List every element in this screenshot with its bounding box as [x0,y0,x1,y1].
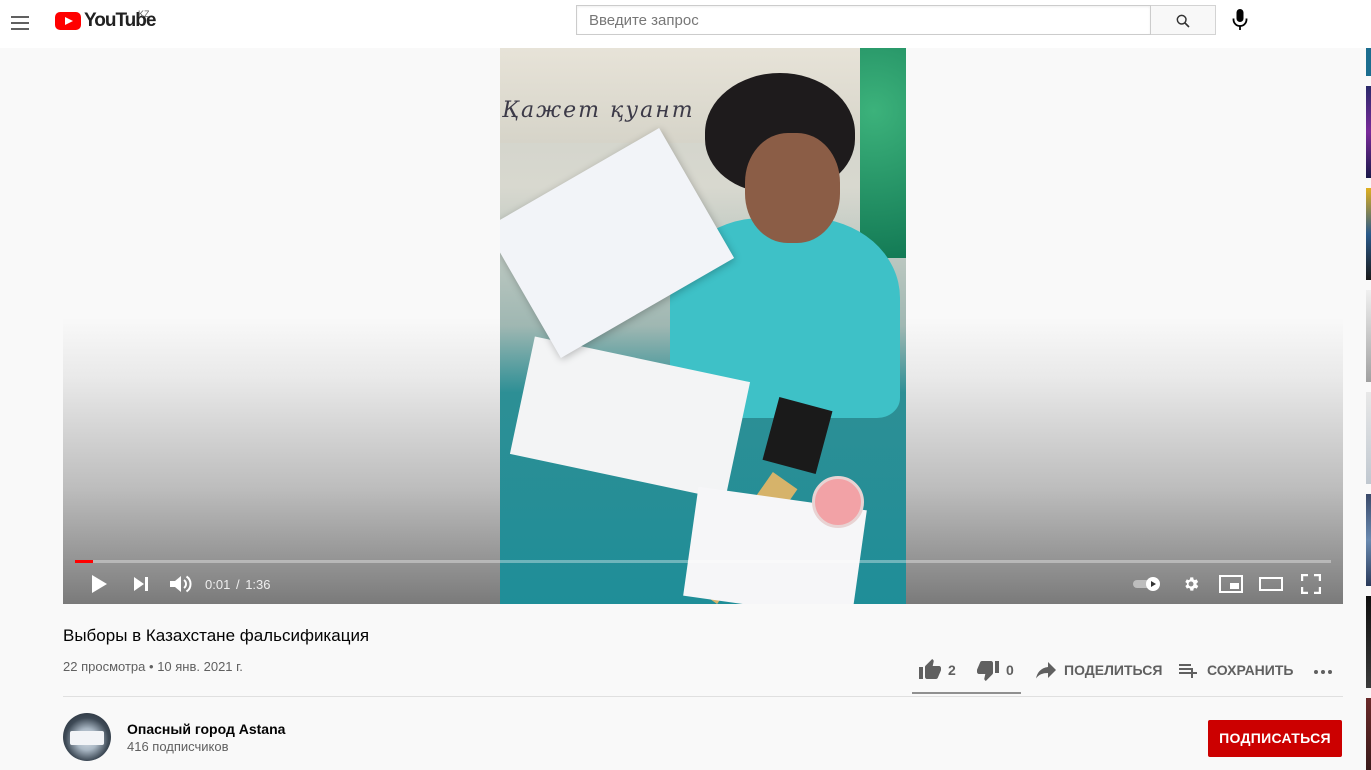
more-icon [1314,670,1332,674]
duration: 1:36 [245,577,271,592]
search-box [576,5,1151,35]
subscribe-button[interactable]: ПОДПИСАТЬСЯ [1208,720,1342,757]
thumbnail[interactable] [1366,48,1371,76]
voice-search-button[interactable] [1226,6,1254,34]
like-button[interactable]: 2 [916,656,964,684]
like-count: 2 [948,662,956,678]
upload-date: 10 янв. 2021 г. [157,659,243,674]
thumbnail[interactable] [1366,290,1371,382]
thumbs-up-icon [919,659,941,679]
dislike-count: 0 [1006,662,1014,678]
mic-icon [1232,9,1248,30]
video-meta: 22 просмотра • 10 янв. 2021 г. [63,659,243,674]
video-player[interactable]: Қажет қуант 0:01 / 1:36 [63,48,1343,604]
masthead: YouTube KZ [0,0,1371,48]
next-icon [134,577,148,591]
share-icon [1036,662,1056,679]
fullscreen-icon [1301,574,1321,594]
save-label: СОХРАНИТЬ [1207,662,1294,678]
video-person-face [745,133,840,243]
thumbnail[interactable] [1366,494,1371,586]
search-input[interactable] [577,6,1150,34]
settings-gear-icon [1185,577,1199,591]
meta-separator: • [149,659,154,674]
search-button[interactable] [1151,5,1216,35]
sentiment-bar [912,692,1021,694]
thumbnail[interactable] [1366,392,1371,484]
save-playlist-icon [1179,664,1197,678]
recommendations-peek [1366,48,1371,770]
time-separator: / [235,577,240,592]
thumbnail[interactable] [1366,86,1371,178]
fullscreen-button[interactable] [1295,568,1327,600]
view-count: 22 просмотра [63,659,146,674]
volume-icon [170,575,192,593]
play-icon [92,575,107,593]
channel-name[interactable]: Опасный город Astana [127,721,285,737]
thumbnail[interactable] [1366,188,1371,280]
divider [63,696,1343,697]
thumbnail[interactable] [1366,596,1371,688]
progress-played [75,560,93,563]
search-icon [1176,14,1190,28]
progress-bar[interactable] [75,560,1331,563]
miniplayer-button[interactable] [1215,568,1247,600]
video-tape-roll [812,476,864,528]
autoplay-toggle-icon [1133,577,1160,591]
channel-avatar[interactable] [63,713,111,761]
banner-text: Қажет қуант [502,98,695,123]
miniplayer-icon [1219,575,1243,593]
play-button[interactable] [83,568,115,600]
theater-mode-icon [1259,577,1283,591]
youtube-logo-icon [55,12,81,30]
video-frame[interactable]: Қажет қуант [500,48,906,604]
next-button[interactable] [125,568,157,600]
time-display: 0:01 / 1:36 [205,577,271,592]
volume-button[interactable] [165,568,197,600]
share-label: ПОДЕЛИТЬСЯ [1064,662,1163,678]
thumbnail[interactable] [1366,698,1371,770]
autoplay-toggle[interactable] [1129,568,1165,600]
thumbs-down-icon [977,661,999,681]
settings-button[interactable] [1175,568,1207,600]
video-title: Выборы в Казахстане фальсификация [63,626,370,645]
menu-icon[interactable] [8,8,40,40]
share-button[interactable]: ПОДЕЛИТЬСЯ [1034,656,1164,684]
video-green-decor [860,48,906,258]
current-time: 0:01 [205,577,231,592]
subscriber-count: 416 подписчиков [127,739,229,754]
save-button[interactable]: СОХРАНИТЬ [1176,656,1296,684]
theater-mode-button[interactable] [1255,568,1287,600]
dislike-button[interactable]: 0 [974,656,1022,684]
region-code: KZ [138,9,150,19]
more-actions-button[interactable] [1308,656,1338,684]
